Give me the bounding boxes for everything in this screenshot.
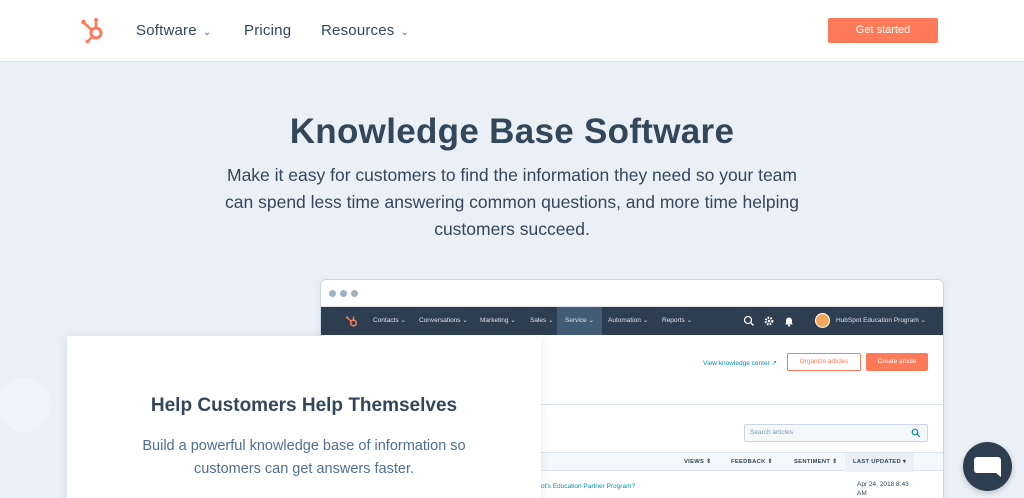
nav-item-resources[interactable]: Resources ⌄ (321, 22, 409, 39)
account-menu[interactable]: HubSpot Education Program ⌄ (836, 316, 926, 324)
app-navigation: Contacts ⌄ Conversations ⌄ Marketing ⌄ S… (321, 307, 943, 335)
hero-subtitle: Make it easy for customers to find the i… (225, 165, 799, 239)
gear-icon[interactable] (763, 315, 775, 327)
window-dot (351, 290, 358, 297)
column-label: SENTIMENT (794, 459, 831, 465)
column-label: FEEDBACK (731, 459, 766, 465)
column-label: LAST UPDATED (853, 459, 901, 465)
feature-card: Help Customers Help Themselves Build a p… (67, 336, 541, 498)
avatar[interactable] (815, 313, 830, 328)
app-nav-label: Service (565, 317, 587, 324)
nav-item-label: Resources (321, 22, 395, 39)
column-header-last-updated[interactable]: LAST UPDATED ▾ (845, 453, 915, 472)
nav-item-label: Software (136, 22, 197, 39)
feature-card-title: Help Customers Help Themselves (150, 395, 458, 416)
app-nav-automation[interactable]: Automation ⌄ (608, 316, 648, 324)
app-nav-label: Conversations (419, 317, 461, 324)
search-icon[interactable] (743, 315, 755, 327)
external-link-icon: ↗ (771, 360, 777, 367)
chat-bubble-icon (974, 457, 1001, 477)
view-knowledge-center-link[interactable]: View knowledge center ↗ (703, 359, 777, 367)
window-dot (329, 290, 336, 297)
top-navigation: Software ⌄ Pricing Resources ⌄ Get started (0, 0, 1024, 62)
browser-chrome (321, 280, 943, 307)
app-nav-label: Contacts (373, 317, 399, 324)
page-title: Knowledge Base Software (289, 112, 735, 151)
decorative-circle (0, 378, 52, 432)
article-title-link[interactable]: ot's Education Partner Program? (541, 483, 635, 490)
get-started-button[interactable]: Get started (828, 18, 938, 43)
search-placeholder: Search articles (750, 429, 793, 436)
app-nav-sales[interactable]: Sales ⌄ (530, 316, 554, 324)
app-nav-service[interactable]: Service ⌄ (557, 307, 602, 335)
window-dot (340, 290, 347, 297)
organize-articles-button[interactable]: Organize articles (787, 353, 861, 371)
app-nav-label: Sales (530, 317, 547, 324)
article-last-updated: Apr 24, 2018 8:43 AM (857, 481, 909, 497)
create-article-button[interactable]: Create article (866, 353, 928, 371)
app-nav-contacts[interactable]: Contacts ⌄ (373, 316, 406, 324)
hubspot-sprocket-icon (346, 316, 358, 327)
link-label: View knowledge center (703, 360, 770, 367)
notification-bell-icon[interactable] (783, 315, 795, 327)
column-header-views[interactable]: VIEWS ⇕ (684, 459, 711, 465)
nav-item-pricing[interactable]: Pricing (244, 22, 291, 39)
nav-item-label: Pricing (244, 22, 292, 39)
app-nav-conversations[interactable]: Conversations ⌄ (419, 316, 468, 324)
account-name: HubSpot Education Program (836, 317, 919, 324)
nav-item-software[interactable]: Software ⌄ (136, 22, 211, 39)
chevron-down-icon: ⌄ (400, 27, 410, 38)
app-nav-label: Automation (608, 317, 641, 324)
chevron-down-icon: ⌄ (202, 27, 212, 38)
column-label: VIEWS (684, 459, 705, 465)
search-articles-input[interactable]: Search articles (744, 424, 928, 442)
chat-launcher-button[interactable] (963, 442, 1012, 491)
column-header-sentiment[interactable]: SENTIMENT ⇕ (794, 459, 837, 465)
column-header-feedback[interactable]: FEEDBACK ⇕ (731, 459, 773, 465)
feature-card-body: Build a powerful knowledge base of infor… (142, 438, 466, 477)
search-icon (911, 428, 921, 438)
hubspot-sprocket-icon[interactable] (80, 16, 106, 44)
app-nav-label: Reports (662, 317, 685, 324)
app-nav-label: Marketing (480, 317, 509, 324)
app-nav-marketing[interactable]: Marketing ⌄ (480, 316, 516, 324)
app-nav-reports[interactable]: Reports ⌄ (662, 316, 692, 324)
